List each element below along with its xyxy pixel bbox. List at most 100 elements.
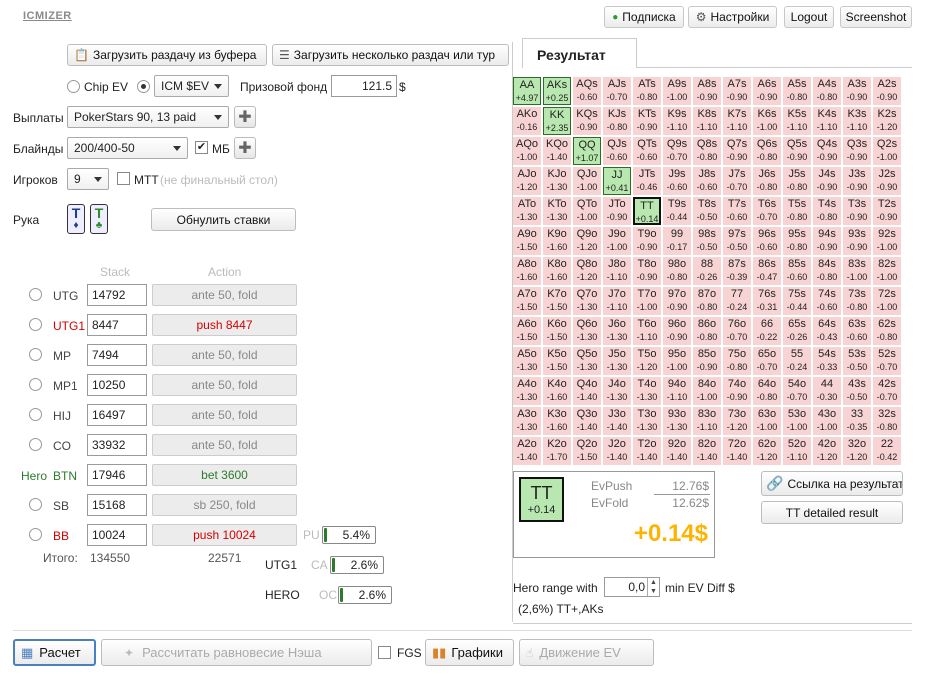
hand-cell[interactable]: 64o -0.80 <box>753 377 781 405</box>
hand-cell[interactable]: 98s -0.50 <box>693 227 721 255</box>
screenshot-button[interactable]: Screenshot <box>840 6 912 28</box>
hand-cell[interactable]: 66 -0.22 <box>753 317 781 345</box>
hand-cell[interactable]: 76s -0.31 <box>753 287 781 315</box>
hand-cell[interactable]: Q4s -0.90 <box>813 137 841 165</box>
stack-input[interactable]: 8447 <box>87 314 147 336</box>
player-select-radio[interactable] <box>29 408 42 421</box>
min-ev-diff-input[interactable]: 0,0 ▲ ▼ <box>604 577 660 597</box>
hand-cell[interactable]: J4o -1.30 <box>603 377 631 405</box>
hand-cell[interactable]: A8o -1.60 <box>513 257 541 285</box>
charts-button[interactable]: ▮▮ Графики <box>425 639 514 666</box>
hand-cell[interactable]: 92s -1.00 <box>873 227 901 255</box>
hand-cell[interactable]: T9o -0.90 <box>633 227 661 255</box>
range-progress[interactable]: 2.6% <box>338 586 392 604</box>
hand-cell[interactable]: A3o -1.30 <box>513 407 541 435</box>
hand-cell[interactable]: 75o -0.80 <box>723 347 751 375</box>
hand-cell[interactable]: J9o -1.00 <box>603 227 631 255</box>
hand-cell[interactable]: J6s -0.80 <box>753 167 781 195</box>
hand-cell[interactable]: 76o -0.70 <box>723 317 751 345</box>
hand-cell[interactable]: 63o -1.00 <box>753 407 781 435</box>
hand-cell[interactable]: T7o -1.00 <box>633 287 661 315</box>
hand-cell[interactable]: T3s -0.90 <box>843 197 871 225</box>
hand-cell[interactable]: KTs -0.90 <box>633 107 661 135</box>
hand-cell[interactable]: 65o -0.70 <box>753 347 781 375</box>
action-button[interactable]: push 8447 <box>152 314 297 336</box>
player-select-radio[interactable] <box>29 528 42 541</box>
hand-cell[interactable]: QJs -0.60 <box>603 137 631 165</box>
hand-cell[interactable]: 52s -0.70 <box>873 347 901 375</box>
action-button[interactable]: sb 250, fold <box>152 494 297 516</box>
hand-cell[interactable]: A8s -0.90 <box>693 77 721 105</box>
hand-cell[interactable]: 94o -1.10 <box>663 377 691 405</box>
hand-cell[interactable]: K8o -1.60 <box>543 257 571 285</box>
tab-result[interactable]: Результат <box>522 38 637 68</box>
hand-cell[interactable]: 43s -0.50 <box>843 377 871 405</box>
hand-cell[interactable]: Q8o -1.20 <box>573 257 601 285</box>
subscribe-button[interactable]: ● Подписка <box>604 6 684 28</box>
stack-input[interactable]: 7494 <box>87 344 147 366</box>
stack-input[interactable]: 10250 <box>87 374 147 396</box>
hand-cell[interactable]: K8s -1.10 <box>693 107 721 135</box>
hand-cell[interactable]: J5o -1.30 <box>603 347 631 375</box>
hand-cell[interactable]: 85o -0.90 <box>693 347 721 375</box>
hand-cell[interactable]: T4s -0.80 <box>813 197 841 225</box>
player-select-radio[interactable] <box>29 498 42 511</box>
detailed-result-button[interactable]: TT detailed result <box>761 501 903 524</box>
hand-cell[interactable]: K9s -1.10 <box>663 107 691 135</box>
stack-input[interactable]: 17946 <box>87 464 147 486</box>
hand-cell[interactable]: K3s -1.10 <box>843 107 871 135</box>
hand-cell[interactable]: KTo -1.30 <box>543 197 571 225</box>
hand-cell[interactable]: ATo -1.30 <box>513 197 541 225</box>
hand-cell[interactable]: 55 -0.24 <box>783 347 811 375</box>
hand-cell[interactable]: 73o -1.20 <box>723 407 751 435</box>
hand-cell[interactable]: J8s -0.60 <box>693 167 721 195</box>
reset-bets-button[interactable]: Обнулить ставки <box>151 208 296 231</box>
hand-cell[interactable]: 42s -0.70 <box>873 377 901 405</box>
hand-cell[interactable]: 62o -1.20 <box>753 437 781 465</box>
hand-cell[interactable]: 32s -0.80 <box>873 407 901 435</box>
hand-cell[interactable]: 42o -1.20 <box>813 437 841 465</box>
hand-cell[interactable]: 64s -0.43 <box>813 317 841 345</box>
hand-cell[interactable]: 96o -0.90 <box>663 317 691 345</box>
hand-cell[interactable]: K6s -1.00 <box>753 107 781 135</box>
hand-cell[interactable]: QJo -1.00 <box>573 167 601 195</box>
hand-cell[interactable]: K6o -1.50 <box>543 317 571 345</box>
hand-cell[interactable]: K5s -1.10 <box>783 107 811 135</box>
hand-cell[interactable]: Q6o -1.30 <box>573 317 601 345</box>
hand-cell[interactable]: T5s -0.80 <box>783 197 811 225</box>
payouts-select[interactable]: PokerStars 90, 13 paid <box>67 106 229 128</box>
hand-cell[interactable]: 32o -1.20 <box>843 437 871 465</box>
hand-cell[interactable]: 86s -0.47 <box>753 257 781 285</box>
hand-cell[interactable]: 74s -0.60 <box>813 287 841 315</box>
hand-cell[interactable]: 75s -0.44 <box>783 287 811 315</box>
hand-cell[interactable]: QTo -1.00 <box>573 197 601 225</box>
hand-cell[interactable]: A2o -1.40 <box>513 437 541 465</box>
hand-cell[interactable]: KQs -0.90 <box>573 107 601 135</box>
hand-cell[interactable]: K3o -1.60 <box>543 407 571 435</box>
logout-button[interactable]: Logout <box>784 6 834 28</box>
hand-cell[interactable]: 82o -1.40 <box>693 437 721 465</box>
hand-cell[interactable]: T5o -1.20 <box>633 347 661 375</box>
hand-cell[interactable]: 77 -0.24 <box>723 287 751 315</box>
hand-cell[interactable]: QTs -0.60 <box>633 137 661 165</box>
hand-cell[interactable]: A9s -1.00 <box>663 77 691 105</box>
hand-cell[interactable]: 87s -0.39 <box>723 257 751 285</box>
hand-cell[interactable]: J8o -1.10 <box>603 257 631 285</box>
fgs-checkbox[interactable] <box>378 646 391 659</box>
stack-input[interactable]: 16497 <box>87 404 147 426</box>
hand-cell[interactable]: 74o -0.90 <box>723 377 751 405</box>
hand-cell[interactable]: J7s -0.70 <box>723 167 751 195</box>
hand-cell[interactable]: 53o -1.00 <box>783 407 811 435</box>
hand-cell[interactable]: K4s -1.10 <box>813 107 841 135</box>
hand-cell[interactable]: QQ +1.07 <box>573 137 601 165</box>
load-from-clipboard-button[interactable]: 📋 Загрузить раздачу из буфера <box>67 44 267 66</box>
hand-cell[interactable]: KQo -1.40 <box>543 137 571 165</box>
hand-cell[interactable]: 33 -0.35 <box>843 407 871 435</box>
action-button[interactable]: ante 50, fold <box>152 374 297 396</box>
hand-cell[interactable]: AA +4.97 <box>513 77 541 105</box>
hand-cell[interactable]: A7o -1.50 <box>513 287 541 315</box>
hand-cell[interactable]: 44 -0.30 <box>813 377 841 405</box>
hand-cell[interactable]: 72s -1.00 <box>873 287 901 315</box>
calculate-button[interactable]: ▦ Расчет <box>13 639 96 666</box>
stepper-icon[interactable]: ▲ ▼ <box>647 578 659 596</box>
